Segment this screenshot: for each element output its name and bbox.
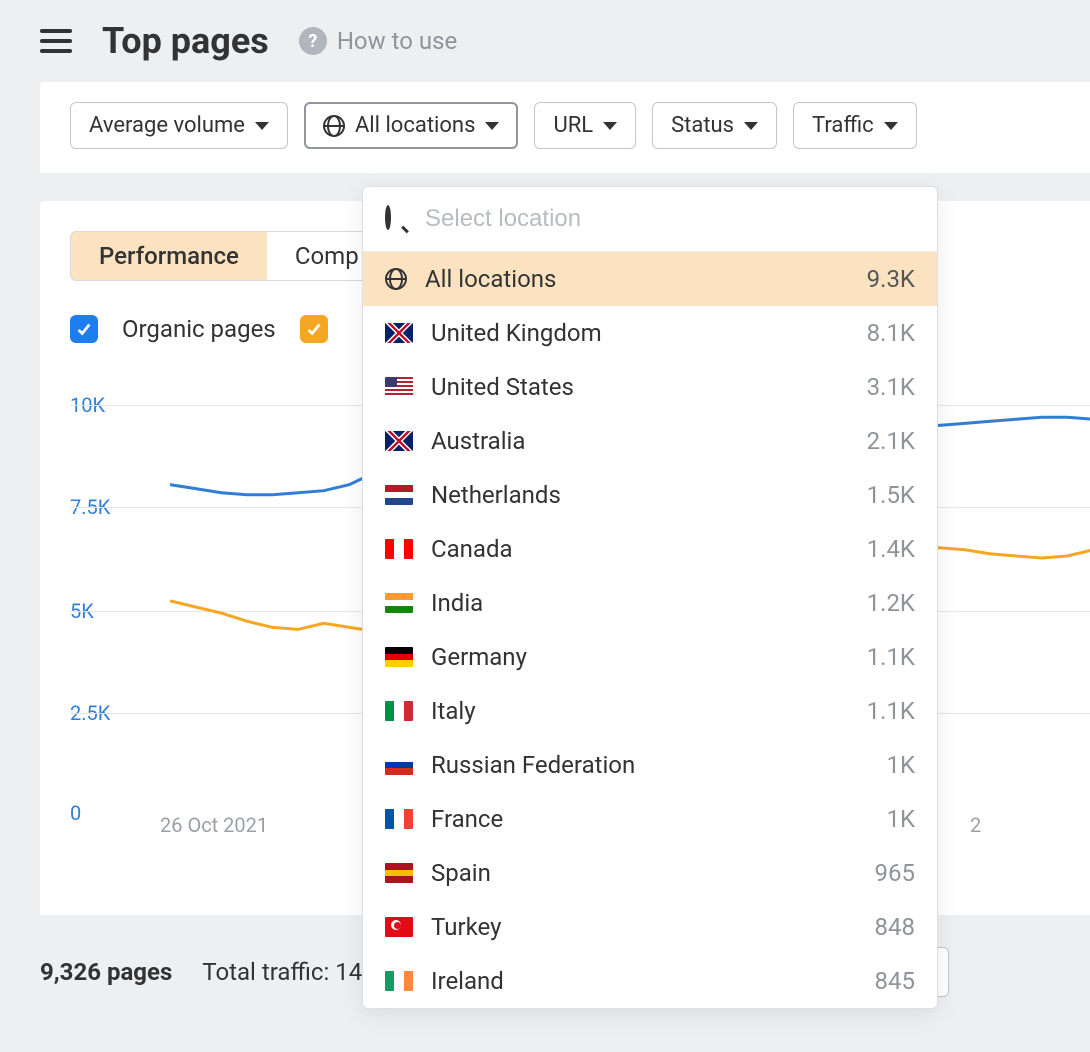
traffic-filter-label: Traffic xyxy=(812,113,874,138)
flag-icon xyxy=(385,323,413,343)
view-tabs: Performance Comp xyxy=(70,231,388,281)
chevron-down-icon xyxy=(255,122,269,130)
url-filter-label: URL xyxy=(553,113,593,138)
pages-count: 9,326 pages xyxy=(40,958,172,986)
location-option-label: Turkey xyxy=(431,913,857,941)
menu-icon[interactable] xyxy=(40,29,72,53)
location-dropdown: All locations 9.3K United Kingdom8.1KUni… xyxy=(362,186,938,1009)
location-option-label: Germany xyxy=(431,643,849,671)
location-option-label: India xyxy=(431,589,849,617)
status-filter-label: Status xyxy=(671,113,734,138)
location-option[interactable]: Ireland 845 xyxy=(363,954,937,1008)
flag-icon xyxy=(385,647,413,667)
filters-panel: Average volume All locations URL Status … xyxy=(40,82,1090,173)
location-option-count: 3.1K xyxy=(867,373,915,401)
location-option-count: 1.5K xyxy=(867,481,915,509)
search-icon xyxy=(385,208,407,230)
location-option-label: Ireland xyxy=(431,967,857,995)
location-option-label: Russian Federation xyxy=(431,751,868,779)
location-option-label: United Kingdom xyxy=(431,319,849,347)
location-option-count: 9.3K xyxy=(867,265,915,293)
location-option-label: France xyxy=(431,805,868,833)
location-option-label: Canada xyxy=(431,535,849,563)
location-filter-label: All locations xyxy=(355,113,475,138)
chevron-down-icon xyxy=(603,122,617,130)
location-option-label: United States xyxy=(431,373,849,401)
location-option-count: 845 xyxy=(875,967,915,995)
location-option[interactable]: United States 3.1K xyxy=(363,360,937,414)
volume-filter[interactable]: Average volume xyxy=(70,102,288,149)
location-search-row xyxy=(363,187,937,252)
location-option[interactable]: Germany 1.1K xyxy=(363,630,937,684)
organic-pages-label: Organic pages xyxy=(122,315,276,343)
traffic-filter[interactable]: Traffic xyxy=(793,102,917,149)
location-search-input[interactable] xyxy=(425,205,915,233)
location-option-count: 1.2K xyxy=(867,589,915,617)
chevron-down-icon xyxy=(884,122,898,130)
location-option-label: Australia xyxy=(431,427,849,455)
location-option-count: 965 xyxy=(875,859,915,887)
location-option-count: 848 xyxy=(875,913,915,941)
series2-checkbox[interactable] xyxy=(300,315,328,343)
flag-icon xyxy=(385,431,413,451)
flag-icon xyxy=(385,593,413,613)
flag-icon xyxy=(385,917,413,937)
globe-icon xyxy=(323,115,345,137)
y-tick: 0 xyxy=(70,801,81,825)
tab-performance[interactable]: Performance xyxy=(71,232,267,280)
flag-icon xyxy=(385,701,413,721)
location-option[interactable]: India 1.2K xyxy=(363,576,937,630)
location-option[interactable]: Turkey 848 xyxy=(363,900,937,954)
location-option[interactable]: Netherlands 1.5K xyxy=(363,468,937,522)
help-icon: ? xyxy=(299,27,327,55)
location-option-count: 1.4K xyxy=(867,535,915,563)
location-option-label: Netherlands xyxy=(431,481,849,509)
location-option[interactable]: United Kingdom 8.1K xyxy=(363,306,937,360)
globe-icon xyxy=(385,268,407,290)
location-option-label: Spain xyxy=(431,859,857,887)
location-filter[interactable]: All locations xyxy=(304,102,518,149)
organic-pages-checkbox[interactable] xyxy=(70,315,98,343)
location-option-count: 1K xyxy=(886,751,915,779)
url-filter[interactable]: URL xyxy=(534,102,636,149)
status-filter[interactable]: Status xyxy=(652,102,777,149)
flag-icon xyxy=(385,539,413,559)
location-option[interactable]: Italy 1.1K xyxy=(363,684,937,738)
location-option-count: 1K xyxy=(886,805,915,833)
chevron-down-icon xyxy=(485,122,499,130)
location-option-label: All locations xyxy=(425,265,849,293)
page-title: Top pages xyxy=(102,20,269,62)
location-option[interactable]: Russian Federation 1K xyxy=(363,738,937,792)
location-option-all[interactable]: All locations 9.3K xyxy=(363,252,937,306)
flag-icon xyxy=(385,485,413,505)
location-option-count: 8.1K xyxy=(867,319,915,347)
how-to-use-link[interactable]: ? How to use xyxy=(299,27,457,55)
chevron-down-icon xyxy=(744,122,758,130)
location-option-count: 1.1K xyxy=(867,643,915,671)
flag-icon xyxy=(385,377,413,397)
flag-icon xyxy=(385,809,413,829)
how-to-use-label: How to use xyxy=(337,27,457,55)
flag-icon xyxy=(385,971,413,991)
location-option-count: 1.1K xyxy=(867,697,915,725)
location-option[interactable]: Canada 1.4K xyxy=(363,522,937,576)
flag-icon xyxy=(385,863,413,883)
location-option[interactable]: Australia 2.1K xyxy=(363,414,937,468)
location-option-count: 2.1K xyxy=(867,427,915,455)
location-option[interactable]: Spain 965 xyxy=(363,846,937,900)
location-option-label: Italy xyxy=(431,697,849,725)
volume-filter-label: Average volume xyxy=(89,113,245,138)
flag-icon xyxy=(385,755,413,775)
location-option[interactable]: France 1K xyxy=(363,792,937,846)
